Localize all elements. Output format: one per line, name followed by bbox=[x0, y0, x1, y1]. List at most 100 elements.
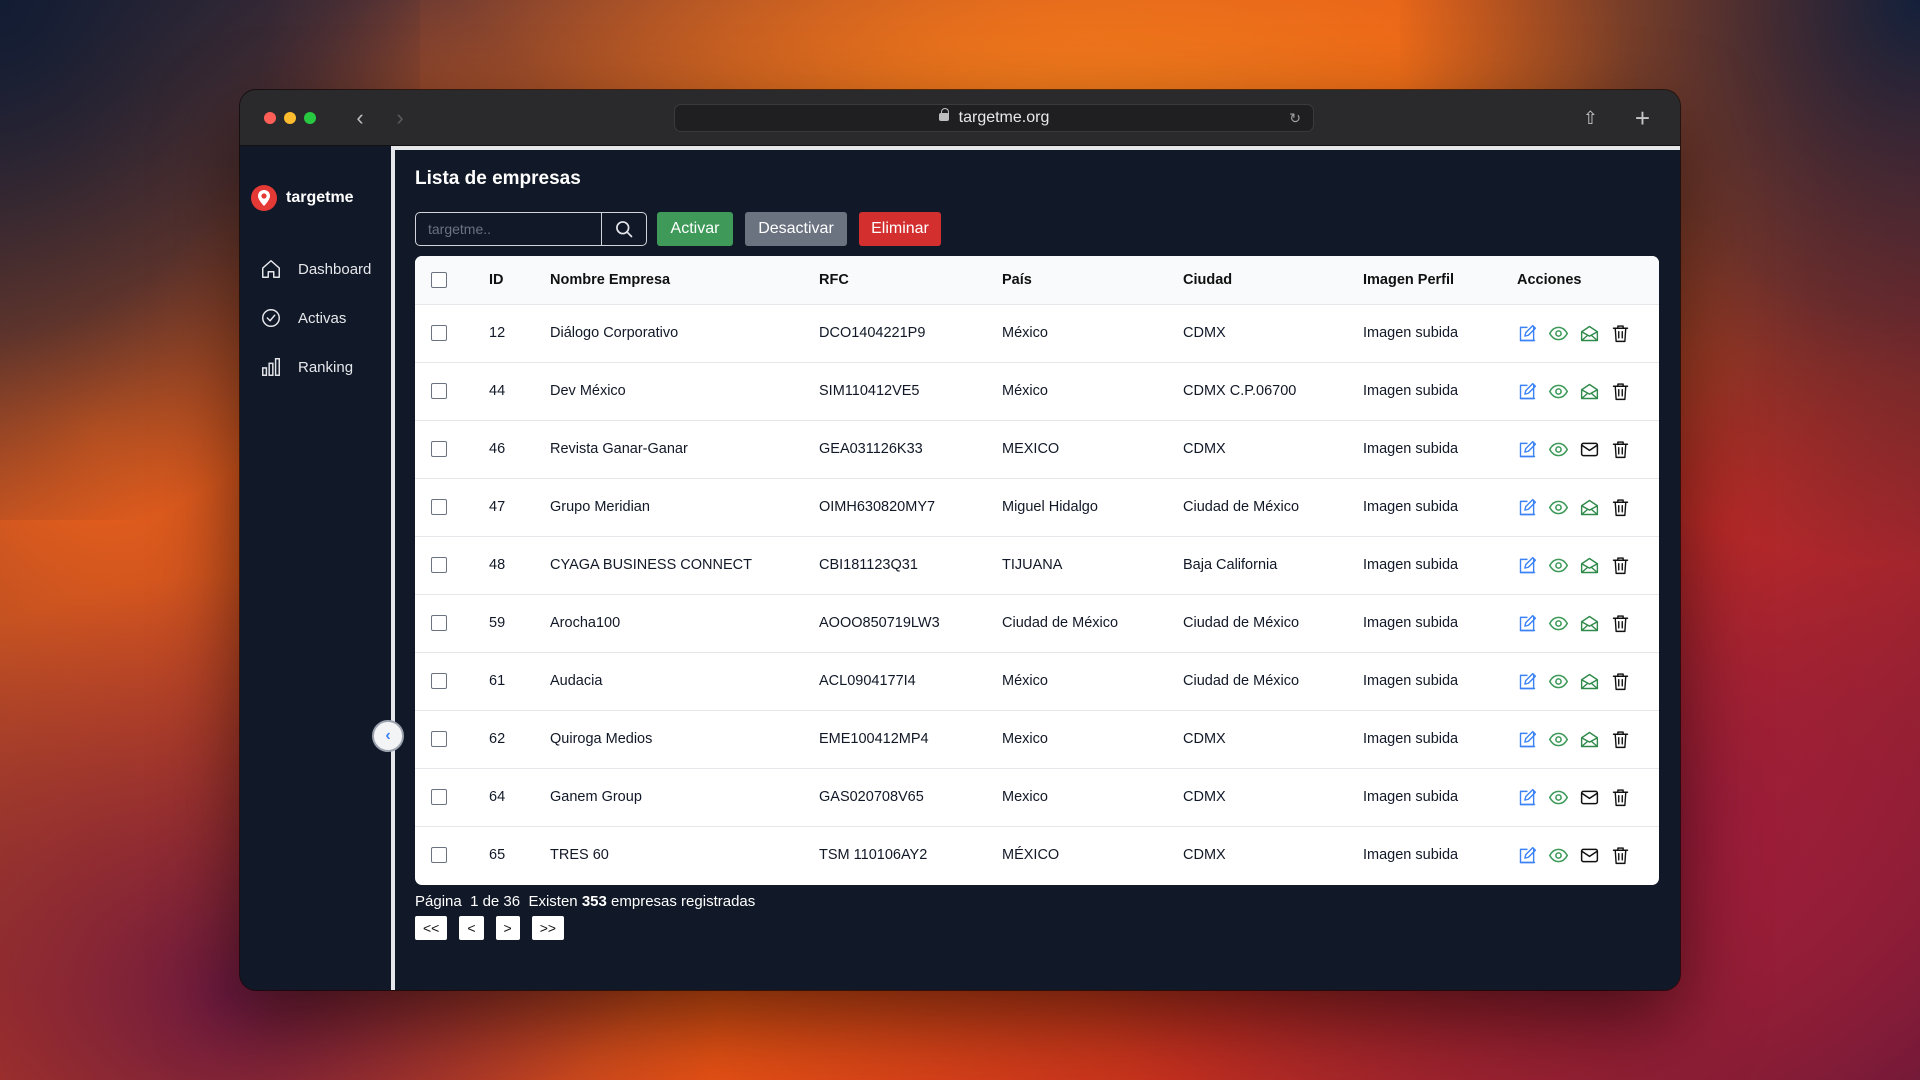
cell-imagen: Imagen subida bbox=[1363, 325, 1459, 341]
row-checkbox[interactable] bbox=[431, 383, 447, 400]
edit-icon[interactable] bbox=[1517, 439, 1538, 460]
view-icon[interactable] bbox=[1548, 787, 1569, 808]
pagination-page-value: 1 de 36 bbox=[470, 893, 521, 910]
forward-button[interactable]: › bbox=[386, 104, 414, 132]
table-row[interactable]: 44 Dev México SIM110412VE5 México CDMX C… bbox=[415, 362, 1659, 420]
trash-icon[interactable] bbox=[1610, 497, 1631, 518]
trash-icon[interactable] bbox=[1610, 671, 1631, 692]
column-header-imagen[interactable]: Imagen Perfil bbox=[1363, 256, 1517, 305]
delete-button[interactable]: Eliminar bbox=[859, 212, 941, 246]
edit-icon[interactable] bbox=[1517, 497, 1538, 518]
first-page-button[interactable]: << bbox=[415, 916, 448, 940]
row-checkbox[interactable] bbox=[431, 557, 447, 574]
cell-actions bbox=[1517, 826, 1659, 884]
mail-open-icon[interactable] bbox=[1579, 497, 1600, 518]
table-row[interactable]: 12 Diálogo Corporativo DCO1404221P9 Méxi… bbox=[415, 304, 1659, 362]
mail-open-icon[interactable] bbox=[1579, 613, 1600, 634]
collapse-sidebar-button[interactable]: ‹ bbox=[372, 720, 404, 752]
trash-icon[interactable] bbox=[1610, 555, 1631, 576]
view-icon[interactable] bbox=[1548, 439, 1569, 460]
edit-icon[interactable] bbox=[1517, 323, 1538, 344]
column-header-nombre[interactable]: Nombre Empresa bbox=[550, 256, 819, 305]
view-icon[interactable] bbox=[1548, 845, 1569, 866]
cell-nombre: Arocha100 bbox=[550, 615, 621, 631]
mail-open-icon[interactable] bbox=[1579, 555, 1600, 576]
view-icon[interactable] bbox=[1548, 497, 1569, 518]
view-icon[interactable] bbox=[1548, 729, 1569, 750]
select-all-checkbox[interactable] bbox=[431, 271, 447, 288]
share-icon[interactable]: ⇧ bbox=[1583, 104, 1598, 132]
maximize-window-button[interactable] bbox=[304, 112, 316, 124]
table-row[interactable]: 46 Revista Ganar-Ganar GEA031126K33 MEXI… bbox=[415, 420, 1659, 478]
trash-icon[interactable] bbox=[1610, 439, 1631, 460]
table-row[interactable]: 48 CYAGA BUSINESS CONNECT CBI181123Q31 T… bbox=[415, 536, 1659, 594]
address-bar[interactable]: targetme.org ↻ bbox=[674, 104, 1314, 132]
view-icon[interactable] bbox=[1548, 671, 1569, 692]
mail-closed-icon[interactable] bbox=[1579, 787, 1600, 808]
edit-icon[interactable] bbox=[1517, 729, 1538, 750]
search-input[interactable] bbox=[416, 213, 602, 245]
trash-icon[interactable] bbox=[1610, 787, 1631, 808]
back-button[interactable]: ‹ bbox=[346, 104, 374, 132]
edit-icon[interactable] bbox=[1517, 787, 1538, 808]
edit-icon[interactable] bbox=[1517, 845, 1538, 866]
table-row[interactable]: 64 Ganem Group GAS020708V65 Mexico CDMX … bbox=[415, 768, 1659, 826]
row-checkbox[interactable] bbox=[431, 325, 447, 342]
cell-imagen: Imagen subida bbox=[1363, 383, 1459, 399]
column-header-ciudad[interactable]: Ciudad bbox=[1183, 256, 1363, 305]
view-icon[interactable] bbox=[1548, 555, 1569, 576]
sidebar-item-activas[interactable]: Activas bbox=[260, 307, 346, 329]
sidebar-item-dashboard[interactable]: Dashboard bbox=[260, 258, 371, 280]
previous-page-button[interactable]: < bbox=[459, 916, 484, 940]
cell-pais: Miguel Hidalgo bbox=[1002, 499, 1098, 515]
activate-button[interactable]: Activar bbox=[657, 212, 733, 246]
sidebar-item-ranking[interactable]: Ranking bbox=[260, 356, 353, 378]
view-icon[interactable] bbox=[1548, 381, 1569, 402]
trash-icon[interactable] bbox=[1610, 845, 1631, 866]
row-checkbox[interactable] bbox=[431, 441, 447, 458]
reload-icon[interactable]: ↻ bbox=[1289, 105, 1301, 131]
column-header-pais[interactable]: País bbox=[1002, 256, 1183, 305]
row-checkbox[interactable] bbox=[431, 847, 447, 864]
cell-id: 59 bbox=[489, 615, 506, 631]
edit-icon[interactable] bbox=[1517, 671, 1538, 692]
search-button[interactable] bbox=[602, 213, 646, 245]
mail-open-icon[interactable] bbox=[1579, 671, 1600, 692]
mail-open-icon[interactable] bbox=[1579, 381, 1600, 402]
trash-icon[interactable] bbox=[1610, 729, 1631, 750]
row-checkbox[interactable] bbox=[431, 615, 447, 632]
mail-closed-icon[interactable] bbox=[1579, 439, 1600, 460]
row-checkbox[interactable] bbox=[431, 673, 447, 690]
mail-open-icon[interactable] bbox=[1579, 323, 1600, 344]
mail-closed-icon[interactable] bbox=[1579, 845, 1600, 866]
row-checkbox[interactable] bbox=[431, 731, 447, 748]
new-tab-icon[interactable]: + bbox=[1635, 104, 1650, 132]
table-row[interactable]: 62 Quiroga Medios EME100412MP4 Mexico CD… bbox=[415, 710, 1659, 768]
view-icon[interactable] bbox=[1548, 613, 1569, 634]
table-row[interactable]: 61 Audacia ACL0904177I4 México Ciudad de… bbox=[415, 652, 1659, 710]
deactivate-button[interactable]: Desactivar bbox=[745, 212, 847, 246]
view-icon[interactable] bbox=[1548, 323, 1569, 344]
trash-icon[interactable] bbox=[1610, 381, 1631, 402]
table-header-row: ID Nombre Empresa RFC País Ciudad Imagen… bbox=[415, 256, 1659, 305]
cell-rfc: GAS020708V65 bbox=[819, 789, 924, 805]
close-window-button[interactable] bbox=[264, 112, 276, 124]
brand[interactable]: targetme bbox=[250, 184, 354, 212]
trash-icon[interactable] bbox=[1610, 613, 1631, 634]
table-row[interactable]: 65 TRES 60 TSM 110106AY2 MÉXICO CDMX Ima… bbox=[415, 826, 1659, 884]
column-header-rfc[interactable]: RFC bbox=[819, 256, 1002, 305]
table-row[interactable]: 47 Grupo Meridian OIMH630820MY7 Miguel H… bbox=[415, 478, 1659, 536]
edit-icon[interactable] bbox=[1517, 613, 1538, 634]
row-checkbox[interactable] bbox=[431, 789, 447, 806]
pagination-total: 353 bbox=[581, 893, 607, 910]
edit-icon[interactable] bbox=[1517, 381, 1538, 402]
last-page-button[interactable]: >> bbox=[531, 916, 565, 940]
minimize-window-button[interactable] bbox=[284, 112, 296, 124]
next-page-button[interactable]: > bbox=[495, 916, 520, 940]
row-checkbox[interactable] bbox=[431, 499, 447, 516]
table-row[interactable]: 59 Arocha100 AOOO850719LW3 Ciudad de Méx… bbox=[415, 594, 1659, 652]
column-header-id[interactable]: ID bbox=[489, 256, 550, 305]
trash-icon[interactable] bbox=[1610, 323, 1631, 344]
mail-open-icon[interactable] bbox=[1579, 729, 1600, 750]
edit-icon[interactable] bbox=[1517, 555, 1538, 576]
